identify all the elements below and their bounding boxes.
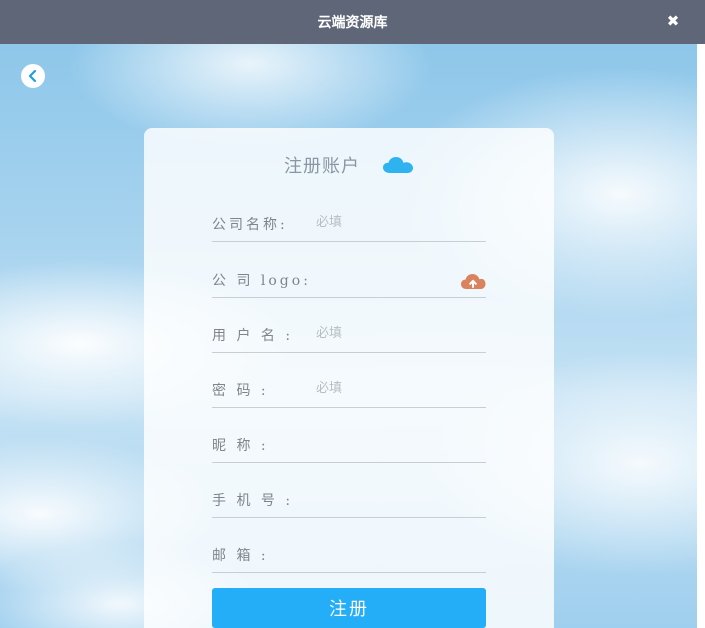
field-label: 公 司 logo: — [212, 273, 311, 289]
window-titlebar: 云端资源库 ✖ — [0, 0, 705, 44]
nickname-field: 昵 称 : — [212, 423, 486, 463]
cloud-icon — [383, 157, 413, 173]
field-label: 用 户 名 : — [212, 328, 294, 344]
field-label: 昵 称 : — [212, 438, 269, 454]
card-header: 注册账户 — [144, 152, 554, 178]
field-label: 公司名称: — [212, 217, 288, 233]
password-field: 密 码 : — [212, 368, 486, 408]
field-label: 密 码 : — [212, 383, 269, 399]
company-logo-field: 公 司 logo: — [212, 258, 486, 298]
password-input[interactable] — [316, 376, 476, 400]
chevron-left-icon — [28, 69, 37, 83]
register-button[interactable]: 注册 — [212, 588, 486, 628]
email-field: 邮 箱 : — [212, 533, 486, 573]
field-label: 邮 箱 : — [212, 548, 269, 564]
phone-field: 手 机 号 : — [212, 478, 486, 518]
window-title: 云端资源库 — [317, 15, 388, 31]
username-field: 用 户 名 : — [212, 313, 486, 353]
company-name-field: 公司名称: — [212, 202, 486, 242]
register-card: 注册账户 公司名称: 公 司 logo: 用 户 名 : 密 码 : 昵 称 :… — [144, 128, 554, 628]
back-button[interactable] — [21, 64, 45, 88]
cloud-upload-icon[interactable] — [460, 272, 486, 290]
form-title: 注册账户 — [284, 156, 360, 177]
close-button[interactable]: ✖ — [665, 12, 681, 30]
phone-input[interactable] — [316, 486, 476, 510]
field-label: 手 机 号 : — [212, 493, 294, 509]
email-input[interactable] — [316, 541, 476, 565]
company-name-input[interactable] — [316, 210, 476, 234]
username-input[interactable] — [316, 321, 476, 345]
window-edge — [697, 44, 705, 628]
nickname-input[interactable] — [316, 431, 476, 455]
